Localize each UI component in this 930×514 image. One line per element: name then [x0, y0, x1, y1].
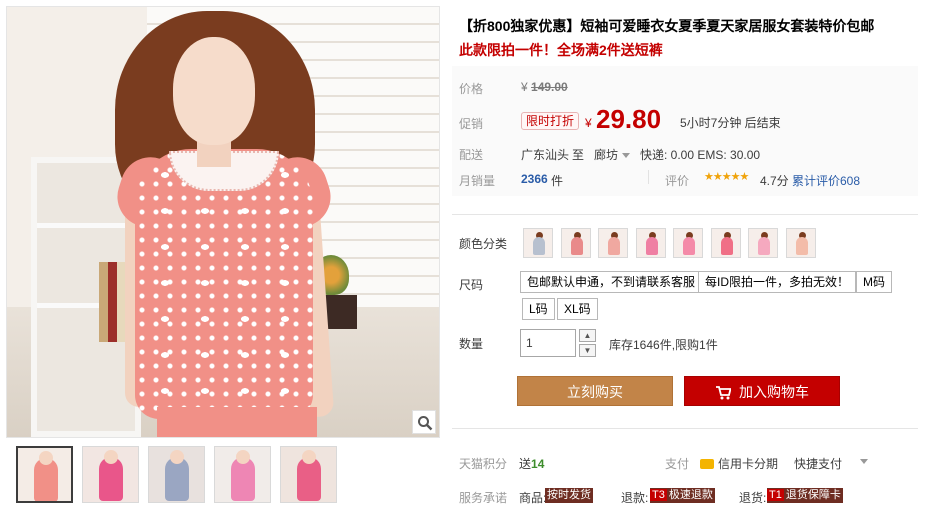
- monthly-sales-label: 月销量: [459, 174, 496, 188]
- countdown-timer: 5小时7分钟 后结束: [680, 116, 781, 130]
- promo-price: 29.80: [596, 104, 662, 134]
- original-price: ¥ 149.00: [521, 80, 568, 94]
- service-tag[interactable]: T3 极速退款: [650, 488, 715, 503]
- thumbnail[interactable]: [82, 446, 139, 503]
- quantity-input[interactable]: [520, 329, 576, 357]
- rating-label: 评价: [665, 174, 690, 188]
- monthly-sales-count: 2366: [521, 172, 548, 186]
- size-option[interactable]: M码: [856, 271, 892, 293]
- rating-stars: ★★★★★: [704, 171, 749, 183]
- promotion-label: 促销: [459, 117, 484, 131]
- color-swatch[interactable]: [560, 228, 591, 258]
- color-swatch[interactable]: [523, 228, 553, 258]
- thumbnail-head: [302, 450, 316, 464]
- color-swatch[interactable]: [635, 228, 666, 258]
- swatch-figure: [570, 237, 583, 255]
- quantity-label: 数量: [459, 337, 484, 351]
- rating-score: 4.7分: [760, 174, 789, 188]
- swatch-figure: [645, 237, 658, 255]
- thumbnail[interactable]: [148, 446, 205, 503]
- size-option[interactable]: XL码: [557, 298, 598, 320]
- points-number: 14: [531, 457, 545, 471]
- swatch-figure: [720, 237, 733, 255]
- color-swatch[interactable]: [785, 228, 816, 258]
- swatch-figure: [683, 237, 695, 255]
- service-tag-label: 按时发货: [547, 489, 591, 501]
- color-label: 颜色分类: [459, 237, 508, 251]
- service-tag-key: T1: [767, 489, 784, 501]
- thumbnail-head: [39, 451, 53, 465]
- main-product-image[interactable]: [6, 6, 440, 438]
- quantity-decrease-button[interactable]: ▼: [579, 344, 596, 357]
- service-prefix: 退货:: [739, 491, 767, 505]
- credit-installment-option[interactable]: 信用卡分期: [700, 455, 778, 472]
- add-to-cart-button[interactable]: 加入购物车: [684, 376, 840, 406]
- ship-to-label: 至: [572, 148, 585, 162]
- thumbnail-head: [236, 450, 250, 464]
- shipping-label: 配送: [459, 148, 484, 162]
- points-label: 天猫积分: [459, 457, 508, 471]
- color-swatch[interactable]: [710, 228, 741, 258]
- pajama-pants: [157, 407, 317, 437]
- swatch-figure: [608, 237, 620, 255]
- shipping-fees: 快递: 0.00 EMS: 30.00: [640, 148, 761, 162]
- destination-value: 廊坊: [594, 148, 619, 162]
- swatch-figure: [795, 237, 808, 255]
- size-option[interactable]: 包邮默认申通，不到请联系客服: [520, 271, 703, 293]
- zoom-icon[interactable]: [412, 410, 436, 434]
- divider: [648, 170, 649, 184]
- buy-now-button[interactable]: 立刻购买: [517, 376, 673, 406]
- thumbnail-head: [170, 450, 184, 464]
- thumbnail[interactable]: [280, 446, 337, 503]
- quantity-increase-button[interactable]: ▲: [579, 329, 596, 342]
- original-price-value: 149.00: [531, 80, 568, 94]
- size-label: 尺码: [459, 278, 484, 292]
- service-prefix: 退款:: [621, 491, 649, 505]
- service-tag-label: 极速退款: [668, 489, 713, 501]
- promo-text: 此款限拍一件！全场满2件送短裤: [459, 42, 663, 58]
- thumbnail-head: [104, 450, 118, 464]
- service-tag-key: T3: [650, 489, 667, 501]
- buy-now-label: 立刻购买: [567, 384, 623, 400]
- points-prefix: 送: [519, 457, 532, 471]
- thumbnail[interactable]: [16, 446, 73, 503]
- divider: [452, 214, 918, 215]
- size-option[interactable]: 每ID限拍一件，多拍无效！: [698, 271, 857, 293]
- color-swatch[interactable]: [598, 228, 628, 258]
- service-label: 服务承诺: [459, 491, 508, 505]
- service-tag[interactable]: 按时发货: [545, 488, 593, 503]
- thumbnail-strip: [16, 446, 346, 504]
- color-swatch[interactable]: [748, 228, 778, 258]
- ship-from: 广东汕头: [521, 148, 570, 162]
- payment-label: 支付: [665, 457, 690, 471]
- product-title: 【折800独家优惠】短袖可爱睡衣女夏季夏天家居服女套装特价包邮: [459, 18, 875, 34]
- divider: [452, 428, 918, 429]
- credit-card-icon: [700, 459, 714, 469]
- credit-installment-label: 信用卡分期: [718, 457, 779, 471]
- cart-icon: [715, 380, 732, 410]
- currency-symbol: ¥: [521, 80, 528, 94]
- reviews-link[interactable]: 累计评价608: [792, 172, 860, 189]
- chevron-down-icon[interactable]: [860, 459, 868, 464]
- swatch-figure: [533, 237, 545, 255]
- discount-badge: 限时打折: [521, 112, 580, 130]
- thumbnail[interactable]: [214, 446, 271, 503]
- add-to-cart-label: 加入购物车: [739, 384, 809, 400]
- monthly-sales-unit: 件: [551, 174, 564, 188]
- color-swatch[interactable]: [673, 228, 703, 258]
- destination-select[interactable]: 廊坊: [594, 146, 631, 163]
- price-label: 价格: [459, 82, 484, 96]
- stock-info: 库存1646件,限购1件: [609, 338, 718, 352]
- quick-pay-option[interactable]: 快捷支付: [794, 455, 842, 472]
- service-tag[interactable]: T1 退货保障卡: [767, 488, 843, 503]
- size-option[interactable]: L码: [522, 298, 555, 320]
- currency-symbol: ¥: [585, 116, 592, 130]
- swatch-figure: [758, 237, 770, 255]
- model-face: [173, 37, 255, 145]
- service-tag-label: 退货保障卡: [785, 489, 841, 501]
- points-value: 送14: [519, 455, 544, 472]
- service-prefix: 商品:: [519, 491, 547, 505]
- chevron-down-icon: [622, 153, 631, 159]
